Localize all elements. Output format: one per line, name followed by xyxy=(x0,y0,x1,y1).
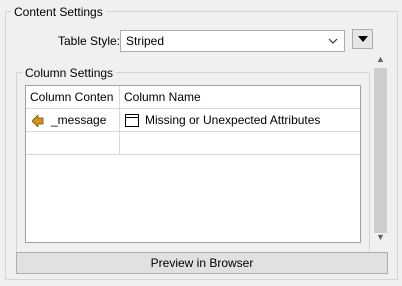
triangle-down-icon xyxy=(358,36,368,42)
table-cell-content[interactable]: _message xyxy=(26,109,120,132)
scroll-up-icon[interactable]: ▲ xyxy=(372,53,389,65)
scroll-down-icon[interactable]: ▼ xyxy=(372,231,389,243)
content-settings-title: Content Settings xyxy=(11,4,106,20)
scroll-thumb[interactable] xyxy=(374,68,387,233)
table-cell-empty[interactable] xyxy=(26,132,120,155)
attribute-arrow-icon xyxy=(32,115,44,127)
chevron-down-icon xyxy=(328,38,338,44)
table-style-select[interactable]: Striped xyxy=(120,30,345,52)
table-cell-empty[interactable] xyxy=(120,132,360,155)
table-cell-name[interactable]: Missing or Unexpected Attributes xyxy=(120,109,360,132)
vertical-scrollbar[interactable]: ▲ ▼ xyxy=(372,53,389,243)
attribute-name: _message xyxy=(51,113,107,127)
preview-in-browser-button[interactable]: Preview in Browser xyxy=(16,252,388,274)
table-icon xyxy=(125,114,139,127)
column-settings-table[interactable]: Column Conten Column Name _message Missi… xyxy=(25,85,361,243)
column-header-content[interactable]: Column Conten xyxy=(26,86,120,109)
table-style-value: Striped xyxy=(126,34,165,48)
column-settings-title: Column Settings xyxy=(22,65,117,81)
table-style-label: Table Style: xyxy=(58,34,121,48)
table-style-options-button[interactable] xyxy=(352,29,373,49)
column-name-value: Missing or Unexpected Attributes xyxy=(145,113,321,127)
column-header-name[interactable]: Column Name xyxy=(120,86,360,109)
